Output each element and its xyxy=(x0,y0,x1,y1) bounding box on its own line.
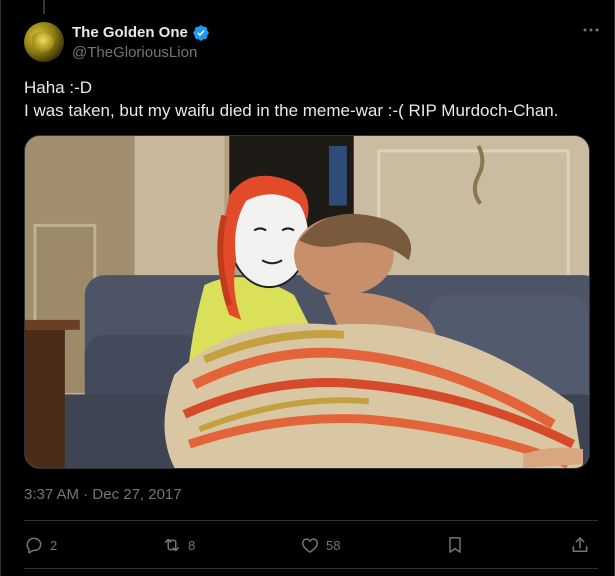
repost-count: 8 xyxy=(188,537,196,553)
reply-count: 2 xyxy=(50,537,58,553)
tweet-text-line-1: Haha :-D xyxy=(24,78,93,97)
avatar[interactable] xyxy=(24,22,64,62)
like-button[interactable]: 58 xyxy=(300,535,340,555)
divider-bottom xyxy=(24,568,598,569)
reply-icon xyxy=(26,537,42,554)
timestamp[interactable]: 3:37 AM · Dec 27, 2017 xyxy=(24,486,182,503)
more-horizontal-icon xyxy=(583,28,599,32)
reply-button[interactable]: 2 xyxy=(24,535,57,555)
like-count: 58 xyxy=(326,537,341,553)
bookmark-button[interactable] xyxy=(445,535,465,555)
bookmark-icon xyxy=(449,537,461,553)
display-name[interactable]: The Golden One xyxy=(72,24,188,41)
divider-top xyxy=(24,520,598,521)
repost-icon xyxy=(165,538,179,552)
tweet-card: The Golden One @TheGloriousLion Haha :-D… xyxy=(0,0,615,576)
display-name-row: The Golden One xyxy=(72,24,210,42)
verified-badge-icon[interactable] xyxy=(192,24,210,42)
heart-icon xyxy=(301,538,319,553)
post-time: 3:37 AM xyxy=(24,486,80,503)
tweet-text-line-2: I was taken, but my waifu died in the me… xyxy=(24,101,559,120)
share-button[interactable] xyxy=(570,535,590,555)
tweet-text: Haha :-D I was taken, but my waifu died … xyxy=(24,76,594,122)
time-separator: · xyxy=(83,486,89,503)
share-icon xyxy=(572,537,588,552)
tweet-image[interactable] xyxy=(24,135,590,469)
author-handle[interactable]: @TheGloriousLion xyxy=(72,44,210,61)
tweet-header: The Golden One @TheGloriousLion xyxy=(24,20,598,64)
author-names: The Golden One @TheGloriousLion xyxy=(72,24,210,61)
couch-scene-image xyxy=(25,136,589,468)
post-date: Dec 27, 2017 xyxy=(92,486,182,503)
thread-connector-line xyxy=(43,0,45,14)
repost-button[interactable]: 8 xyxy=(162,535,195,555)
more-options-button[interactable] xyxy=(580,22,602,38)
action-bar: 2 8 58 xyxy=(24,530,590,560)
